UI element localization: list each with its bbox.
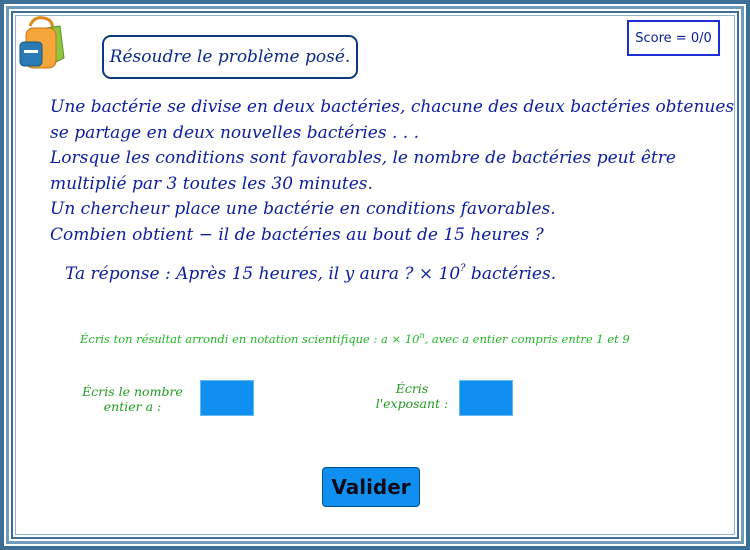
- exponent-label-line1: Écris: [395, 381, 429, 396]
- instruction-title: Résoudre le problème posé.: [102, 35, 358, 79]
- exponent-label: Écris l'exposant :: [372, 381, 452, 411]
- problem-line: multiplié par 3 toutes les 30 minutes.: [50, 173, 373, 194]
- problem-statement: Une bactérie se divise en deux bactéries…: [50, 95, 735, 249]
- problem-line: Un chercheur place une bactérie en condi…: [50, 199, 556, 220]
- integer-a-label: Écris le nombre entier a :: [80, 384, 185, 414]
- integer-a-input[interactable]: [200, 380, 254, 416]
- exponent-input[interactable]: [459, 380, 513, 416]
- problem-line: Une bactérie se divise en deux bactéries…: [50, 97, 735, 117]
- backpack-icon: [19, 16, 65, 69]
- hint-suffix: , avec a entier compris entre 1 et 9: [424, 332, 630, 346]
- validate-button[interactable]: Valider: [322, 467, 420, 507]
- hint-prefix: Écris ton résultat arrondi en notation s…: [80, 332, 420, 346]
- integer-a-label-line2: entier a :: [103, 399, 162, 414]
- problem-line: Combien obtient − il de bactéries au bou…: [50, 224, 544, 245]
- answer-template: Ta réponse : Après 15 heures, il y aura …: [65, 263, 556, 284]
- problem-line: se partage en deux nouvelles bactéries .…: [50, 122, 420, 143]
- score-display: Score = 0/0: [627, 20, 720, 56]
- problem-line: Lorsque les conditions sont favorables, …: [50, 148, 676, 169]
- answer-suffix: bactéries.: [465, 264, 557, 284]
- answer-prefix: Ta réponse : Après 15 heures, il y aura …: [65, 264, 461, 284]
- integer-a-label-line1: Écris le nombre: [82, 384, 183, 399]
- hint-text: Écris ton résultat arrondi en notation s…: [80, 331, 630, 346]
- exponent-label-line2: l'exposant :: [375, 396, 449, 411]
